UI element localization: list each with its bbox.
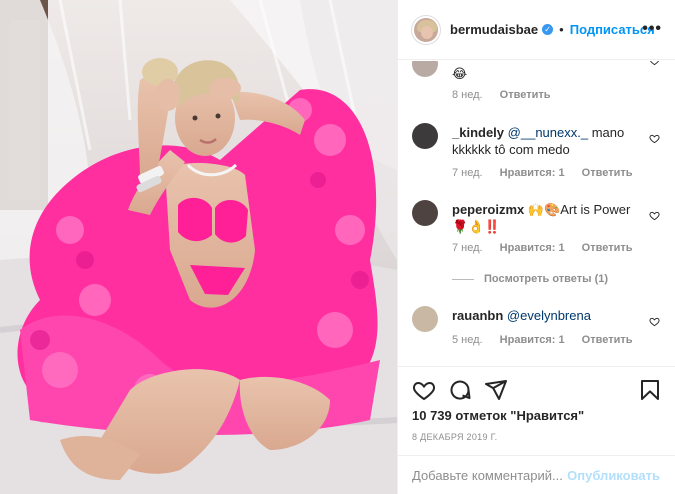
separator-dot: • [559, 22, 564, 37]
comment-meta: 5 нед. Нравится: 1 Ответить [452, 334, 647, 346]
replies-divider [452, 278, 474, 280]
comment-avatar[interactable] [412, 306, 438, 332]
comment-emoji: 😂 [452, 66, 468, 81]
post-actions: 10 739 отметок "Нравится" 8 ДЕКАБРЯ 2019… [398, 366, 675, 466]
verified-badge-icon: ✓ [542, 24, 554, 35]
post-sidebar: bermudaisbae ✓ • Подписаться ••• 😂 8 нед… [397, 0, 675, 494]
post-photo[interactable] [0, 0, 397, 494]
comment-time[interactable]: 5 нед. [452, 334, 483, 346]
comment-mention[interactable]: @__nunexx._ [508, 125, 588, 140]
view-replies-button[interactable]: Посмотреть ответы (1) [452, 273, 608, 285]
heart-icon[interactable] [412, 378, 436, 402]
comment-username[interactable]: peperoizmx [452, 202, 524, 217]
author-avatar[interactable] [412, 15, 440, 44]
post-date[interactable]: 8 ДЕКАБРЯ 2019 Г. [412, 432, 497, 442]
comment-meta: 8 нед. Ответить [452, 89, 565, 101]
comment-text: peperoizmx 🙌🎨Art is Power 🌹👌‼️ [452, 201, 648, 235]
publish-button[interactable]: Опубликовать [567, 468, 660, 483]
like-comment-heart-icon[interactable] [649, 133, 660, 144]
like-comment-heart-icon[interactable] [649, 316, 660, 327]
comment-time[interactable]: 7 нед. [452, 242, 483, 254]
share-icon[interactable] [484, 378, 508, 402]
comment-meta: 7 нед. Нравится: 1 Ответить [452, 167, 647, 179]
comment-avatar[interactable] [412, 200, 438, 226]
comments-list[interactable]: 😂 8 нед. Ответить _kindely @__nunexx._ m… [398, 61, 675, 366]
comment-time[interactable]: 7 нед. [452, 167, 483, 179]
comment-mention[interactable]: @evelynbrena [507, 308, 591, 323]
reply-button[interactable]: Ответить [582, 242, 633, 254]
comment-username[interactable]: _kindely [452, 125, 504, 140]
like-comment-heart-icon[interactable] [649, 61, 660, 66]
comment-meta: 7 нед. Нравится: 1 Ответить [452, 242, 647, 254]
comment-avatar[interactable] [412, 61, 438, 77]
photo-illustration [0, 0, 397, 494]
comment-username[interactable]: rauanbn [452, 308, 503, 323]
reply-button[interactable]: Ответить [582, 334, 633, 346]
comment-text: 😂 [452, 65, 648, 82]
comment-likes[interactable]: Нравится: 1 [500, 167, 565, 179]
author-username[interactable]: bermudaisbae [450, 22, 538, 37]
add-comment-bar: Добавьте комментарий... Опубликовать [398, 455, 675, 494]
more-options-icon[interactable]: ••• [642, 20, 662, 38]
comment-likes[interactable]: Нравится: 1 [500, 242, 565, 254]
view-replies-label[interactable]: Посмотреть ответы (1) [484, 273, 608, 285]
comment-text: rauanbn @evelynbrena [452, 307, 648, 324]
post-header: bermudaisbae ✓ • Подписаться ••• [398, 0, 675, 60]
bookmark-icon[interactable] [638, 378, 662, 402]
comment-text: _kindely @__nunexx._ mano kkkkkk tô com … [452, 124, 648, 158]
add-comment-input[interactable]: Добавьте комментарий... [412, 468, 563, 483]
comment-time[interactable]: 8 нед. [452, 89, 483, 101]
avatar-face [421, 25, 433, 39]
like-comment-heart-icon[interactable] [649, 210, 660, 221]
reply-button[interactable]: Ответить [500, 89, 551, 101]
comment-likes[interactable]: Нравится: 1 [500, 334, 565, 346]
comment-icon[interactable] [448, 378, 472, 402]
comment-avatar[interactable] [412, 123, 438, 149]
likes-count[interactable]: 10 739 отметок "Нравится" [412, 408, 584, 423]
reply-button[interactable]: Ответить [582, 167, 633, 179]
instagram-post: bermudaisbae ✓ • Подписаться ••• 😂 8 нед… [0, 0, 675, 494]
